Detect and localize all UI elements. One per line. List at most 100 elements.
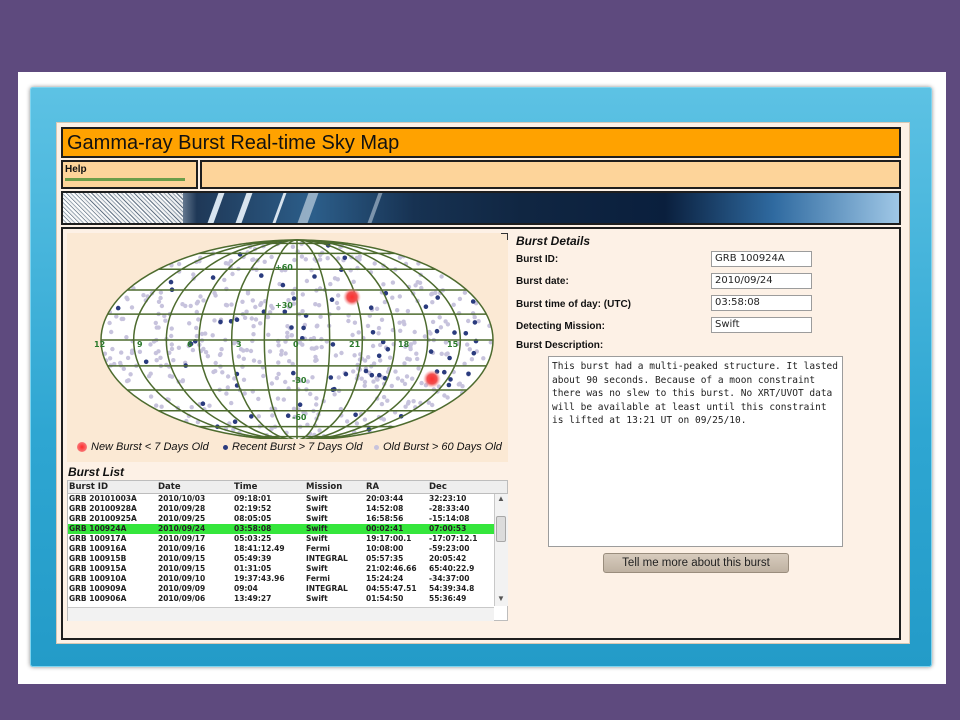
old-burst-dot[interactable] — [258, 321, 263, 326]
old-burst-dot[interactable] — [210, 333, 215, 338]
recent-burst-dot[interactable] — [234, 317, 240, 322]
old-burst-dot[interactable] — [217, 352, 223, 358]
old-burst-dot[interactable] — [180, 302, 185, 307]
old-burst-dot[interactable] — [230, 271, 235, 277]
old-burst-dot[interactable] — [366, 355, 371, 360]
old-burst-dot[interactable] — [428, 331, 433, 336]
old-burst-dot[interactable] — [445, 395, 450, 400]
old-burst-dot[interactable] — [406, 399, 411, 405]
old-burst-dot[interactable] — [387, 355, 393, 360]
old-burst-dot[interactable] — [109, 329, 114, 335]
old-burst-dot[interactable] — [158, 295, 163, 301]
old-burst-dot[interactable] — [328, 281, 333, 287]
help-link[interactable]: Help — [65, 164, 87, 175]
old-burst-dot[interactable] — [304, 278, 310, 284]
old-burst-dot[interactable] — [415, 356, 420, 362]
old-burst-dot[interactable] — [189, 405, 194, 410]
old-burst-dot[interactable] — [371, 379, 376, 384]
old-burst-dot[interactable] — [319, 344, 324, 350]
recent-burst-dot[interactable] — [218, 319, 223, 325]
burst-list-row[interactable]: GRB 20100928A 2010/09/28 02:19:52 Swift 14:5… — [68, 504, 494, 514]
old-burst-dot[interactable] — [163, 318, 168, 323]
old-burst-dot[interactable] — [220, 370, 225, 375]
old-burst-dot[interactable] — [405, 308, 411, 314]
burst-list-row[interactable]: GRB 100917A 2010/09/17 05:03:25 Swift 19:17:… — [68, 534, 494, 544]
old-burst-dot[interactable] — [395, 308, 400, 313]
old-burst-dot[interactable] — [313, 358, 318, 363]
old-burst-dot[interactable] — [267, 349, 273, 354]
old-burst-dot[interactable] — [287, 359, 292, 364]
old-burst-dot[interactable] — [404, 374, 410, 379]
old-burst-dot[interactable] — [137, 349, 143, 354]
old-burst-dot[interactable] — [225, 374, 231, 379]
old-burst-dot[interactable] — [352, 353, 357, 358]
old-burst-dot[interactable] — [107, 320, 112, 326]
old-burst-dot[interactable] — [242, 391, 247, 396]
col-time[interactable]: Time — [234, 482, 257, 492]
old-burst-dot[interactable] — [433, 290, 438, 295]
old-burst-dot[interactable] — [156, 325, 161, 330]
old-burst-dot[interactable] — [290, 291, 296, 296]
old-burst-dot[interactable] — [265, 314, 271, 320]
old-burst-dot[interactable] — [176, 261, 182, 267]
old-burst-dot[interactable] — [276, 371, 281, 377]
old-burst-dot[interactable] — [376, 325, 382, 331]
old-burst-dot[interactable] — [336, 293, 341, 298]
burst-list-row[interactable]: GRB 100909A 2010/09/09 09:04 INTEGRAL 04:55:… — [68, 584, 494, 594]
old-burst-dot[interactable] — [225, 385, 230, 390]
old-burst-dot[interactable] — [251, 324, 256, 329]
col-burst-id[interactable]: Burst ID — [69, 482, 108, 492]
recent-burst-dot[interactable] — [289, 325, 294, 330]
old-burst-dot[interactable] — [300, 292, 305, 297]
old-burst-dot[interactable] — [411, 399, 416, 404]
old-burst-dot[interactable] — [289, 333, 294, 338]
old-burst-dot[interactable] — [253, 317, 259, 322]
old-burst-dot[interactable] — [269, 254, 274, 260]
old-burst-dot[interactable] — [274, 375, 280, 381]
old-burst-dot[interactable] — [381, 417, 387, 422]
old-burst-dot[interactable] — [381, 282, 386, 287]
recent-burst-dot[interactable] — [332, 386, 337, 392]
old-burst-dot[interactable] — [437, 315, 442, 320]
old-burst-dot[interactable] — [390, 295, 395, 300]
old-burst-dot[interactable] — [158, 355, 163, 360]
recent-burst-dot[interactable] — [428, 349, 434, 354]
recent-burst-dot[interactable] — [143, 359, 149, 365]
old-burst-dot[interactable] — [159, 404, 164, 409]
old-burst-dot[interactable] — [270, 413, 275, 418]
old-burst-dot[interactable] — [241, 377, 247, 382]
old-burst-dot[interactable] — [314, 345, 319, 350]
old-burst-dot[interactable] — [430, 300, 435, 305]
old-burst-dot[interactable] — [285, 334, 290, 339]
old-burst-dot[interactable] — [198, 294, 203, 299]
old-burst-dot[interactable] — [345, 419, 350, 424]
old-burst-dot[interactable] — [119, 350, 124, 355]
old-burst-dot[interactable] — [317, 257, 323, 262]
old-burst-dot[interactable] — [379, 401, 385, 407]
old-burst-dot[interactable] — [300, 342, 305, 347]
old-burst-dot[interactable] — [269, 381, 275, 386]
old-burst-dot[interactable] — [299, 254, 305, 259]
old-burst-dot[interactable] — [318, 314, 323, 319]
old-burst-dot[interactable] — [241, 356, 246, 361]
old-burst-dot[interactable] — [374, 384, 379, 389]
recent-burst-dot[interactable] — [446, 382, 452, 388]
recent-burst-dot[interactable] — [385, 347, 391, 352]
old-burst-dot[interactable] — [351, 369, 356, 374]
burst-date-field[interactable]: 2010/09/24 — [711, 273, 812, 289]
old-burst-dot[interactable] — [314, 402, 319, 407]
scroll-up-icon[interactable]: ▲ — [497, 494, 505, 503]
old-burst-dot[interactable] — [381, 394, 387, 400]
old-burst-dot[interactable] — [159, 303, 165, 309]
old-burst-dot[interactable] — [390, 280, 396, 285]
old-burst-dot[interactable] — [201, 298, 206, 303]
old-burst-dot[interactable] — [213, 368, 218, 374]
old-burst-dot[interactable] — [313, 354, 318, 360]
recent-burst-dot[interactable] — [259, 273, 264, 278]
old-burst-dot[interactable] — [169, 326, 174, 331]
old-burst-dot[interactable] — [259, 301, 264, 306]
old-burst-dot[interactable] — [336, 375, 341, 380]
old-burst-dot[interactable] — [257, 359, 262, 365]
recent-burst-dot[interactable] — [200, 401, 206, 406]
old-burst-dot[interactable] — [212, 290, 217, 296]
